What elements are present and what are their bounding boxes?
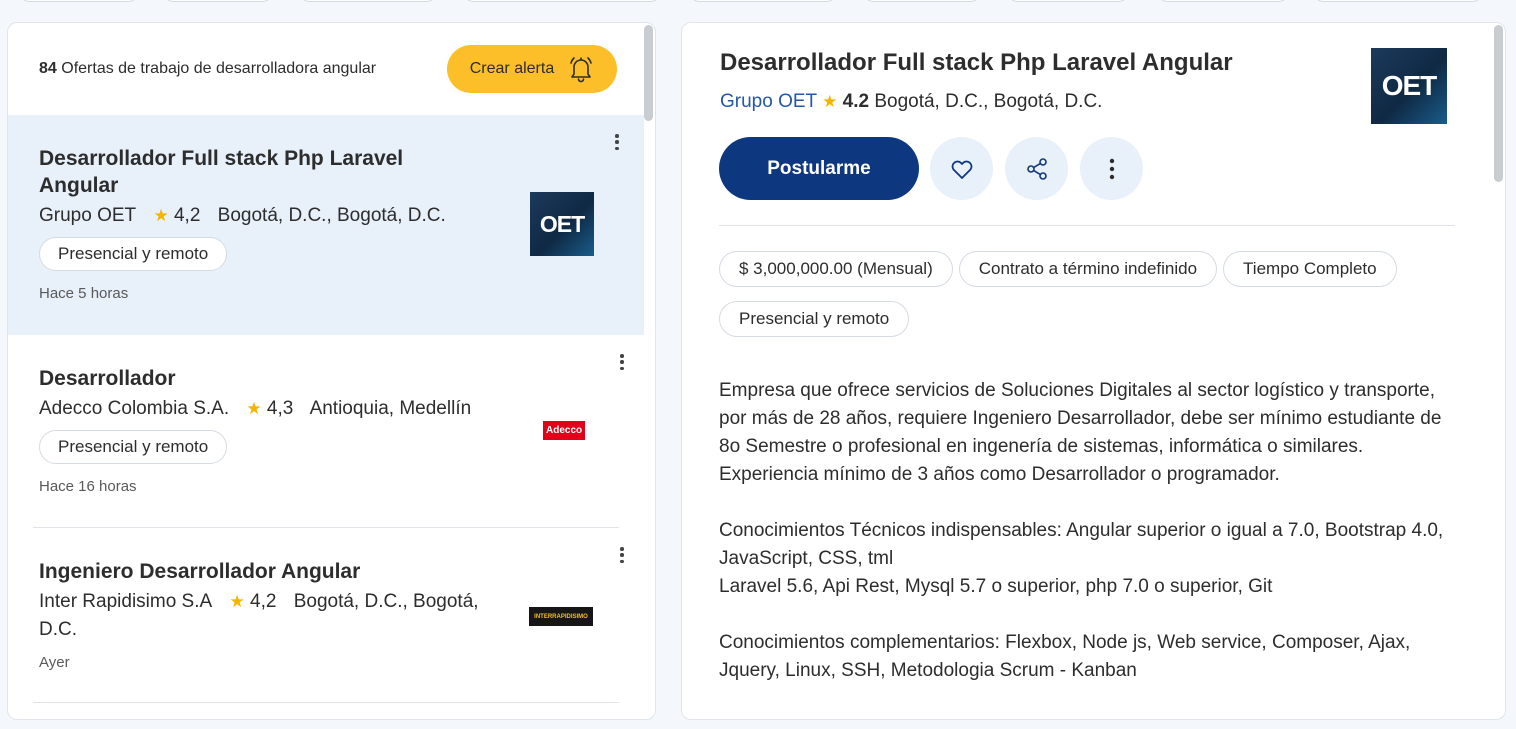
description-paragraph: Conocimientos Técnicos indispensables: A…	[719, 520, 1444, 597]
save-job-button[interactable]	[930, 137, 993, 200]
bell-icon	[570, 57, 593, 83]
company-logo: OET	[530, 192, 594, 256]
create-alert-label: Crear alerta	[469, 60, 555, 77]
job-detail-panel: Desarrollador Full stack Php Laravel Ang…	[681, 22, 1506, 720]
filter-chip[interactable]	[162, 0, 274, 2]
modality-tag: Presencial y remoto	[719, 301, 910, 337]
filter-chip[interactable]	[1312, 0, 1484, 2]
results-panel: 84 Ofertas de trabajo de desarrolladora …	[7, 22, 656, 720]
filter-chip[interactable]	[688, 0, 838, 2]
job-title[interactable]: Desarrollador	[39, 365, 479, 392]
company-name: Adecco Colombia S.A.	[39, 398, 230, 419]
results-scrollbar[interactable]	[644, 25, 653, 121]
company-name: Inter Rapidisimo S.A	[39, 591, 213, 612]
company-rating: 4.2	[842, 91, 870, 112]
apply-button[interactable]: Postularme	[719, 137, 919, 200]
results-count: 84 Ofertas de trabajo de desarrolladora …	[39, 60, 377, 77]
job-meta: Inter Rapidisimo S.A ★ 4,2 Bogotá, D.C.,…	[39, 588, 509, 644]
company-logo: OET	[1371, 48, 1447, 124]
job-location: Bogotá, D.C., Bogotá, D.C.	[874, 91, 1103, 112]
results-header: 84 Ofertas de trabajo de desarrolladora …	[8, 23, 655, 115]
job-tag: Presencial y remoto	[39, 430, 228, 464]
heart-icon	[951, 160, 972, 179]
posted-date: Hace 5 horas	[39, 285, 129, 302]
star-icon: ★	[153, 206, 169, 225]
filter-chip[interactable]	[462, 0, 662, 2]
star-icon: ★	[229, 592, 245, 611]
salary-tag: $ 3,000,000.00 (Mensual)	[719, 251, 953, 287]
job-card[interactable]: Desarrollador Adecco Colombia S.A. ★ 4,3…	[33, 335, 624, 528]
share-job-button[interactable]	[1005, 137, 1068, 200]
filter-chip[interactable]	[862, 0, 982, 2]
job-card[interactable]: Ingeniero Desarrollador Angular Inter Ra…	[33, 528, 624, 703]
company-rating: 4,2	[250, 591, 277, 612]
job-tag: Presencial y remoto	[39, 237, 228, 271]
description-paragraph: Conocimientos complementarios: Flexbox, …	[719, 632, 1411, 681]
job-card[interactable]: Desarrollador Full stack Php Laravel Ang…	[8, 115, 644, 335]
company-rating: 4,3	[266, 398, 294, 419]
detail-job-title: Desarrollador Full stack Php Laravel Ang…	[720, 49, 1233, 76]
posted-date: Hace 16 horas	[39, 478, 137, 495]
create-alert-button[interactable]: Crear alerta	[447, 45, 617, 93]
more-options-button[interactable]	[1080, 137, 1143, 200]
more-vertical-icon[interactable]	[619, 544, 625, 566]
company-rating: 4,2	[173, 205, 201, 226]
posted-date: Ayer	[39, 654, 70, 671]
schedule-tag: Tiempo Completo	[1223, 251, 1397, 287]
filter-chip[interactable]	[298, 0, 438, 2]
job-meta: Grupo OET ★ 4,2 Bogotá, D.C., Bogotá, D.…	[39, 202, 509, 230]
job-title[interactable]: Ingeniero Desarrollador Angular	[39, 558, 479, 585]
star-icon: ★	[822, 92, 838, 111]
divider	[719, 225, 1455, 226]
detail-job-meta: Grupo OET ★ 4.2 Bogotá, D.C., Bogotá, D.…	[720, 91, 1102, 113]
company-logo: INTERRAPIDISIMO	[529, 607, 593, 626]
description-paragraph: Empresa que ofrece servicios de Solucion…	[719, 380, 1442, 485]
detail-scrollbar[interactable]	[1494, 25, 1503, 182]
share-icon	[1026, 157, 1047, 180]
filter-chip[interactable]	[1156, 0, 1290, 2]
more-vertical-icon[interactable]	[619, 351, 625, 373]
job-location: Bogotá, D.C., Bogotá, D.C.	[217, 205, 446, 226]
job-tags: $ 3,000,000.00 (Mensual) Contrato a térm…	[719, 251, 1439, 337]
company-name: Grupo OET	[39, 205, 137, 226]
more-vertical-icon	[1109, 158, 1114, 179]
filter-chip[interactable]	[1006, 0, 1130, 2]
filter-chip[interactable]	[18, 0, 140, 2]
company-logo: Adecco	[543, 421, 586, 440]
contract-tag: Contrato a término indefinido	[958, 251, 1218, 287]
job-title[interactable]: Desarrollador Full stack Php Laravel Ang…	[39, 145, 479, 199]
job-location: Antioquia, Medellín	[309, 398, 472, 419]
job-meta: Adecco Colombia S.A. ★ 4,3 Antioquia, Me…	[39, 395, 509, 423]
company-link[interactable]: Grupo OET	[720, 91, 817, 112]
job-description: Empresa que ofrece servicios de Solucion…	[719, 377, 1459, 713]
star-icon: ★	[246, 399, 262, 418]
more-vertical-icon[interactable]	[614, 131, 620, 153]
